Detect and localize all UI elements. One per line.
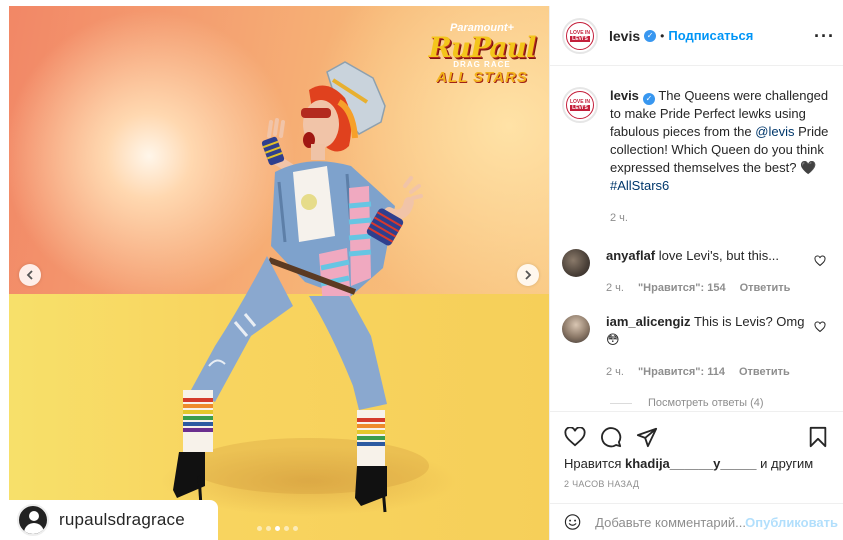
like-comment-heart-icon[interactable] — [814, 255, 826, 267]
commenter-username[interactable]: iam_alicengiz — [606, 314, 691, 329]
black-heart-emoji: 🖤 — [800, 160, 817, 175]
carousel-dot — [266, 526, 271, 531]
paper-plane-icon — [636, 427, 658, 448]
view-replies-button[interactable]: Посмотреть ответы (4) — [550, 397, 843, 409]
post-comment-button[interactable]: Опубликовать — [745, 515, 838, 530]
carousel-prev-button[interactable] — [19, 264, 41, 286]
comment-meta: 2 ч. "Нравится": 154 Ответить — [606, 279, 806, 297]
instagram-post-window: Paramount+ RuPaul DRAG RACE ALL STARS ru… — [0, 0, 843, 540]
save-button[interactable] — [806, 425, 830, 449]
performer-figure — [173, 61, 429, 513]
carousel-indicator — [257, 526, 298, 531]
caption-timestamp: 2 ч. — [610, 212, 628, 224]
comment-input[interactable] — [595, 514, 746, 530]
post-actions: Нравится khadija______y_____ и другим 2 … — [550, 411, 843, 489]
reply-button[interactable]: Ответить — [740, 279, 791, 297]
header-separator: • — [660, 28, 665, 43]
likes-suffix[interactable]: и другим — [757, 456, 813, 471]
caption-text-block: levis ✓ The Queens were challenged to mak… — [610, 87, 830, 227]
replies-divider-line — [610, 402, 632, 404]
tagged-user-chip[interactable]: rupaulsdragrace — [9, 500, 218, 540]
reply-button[interactable]: Ответить — [739, 363, 790, 381]
view-replies-label: Посмотреть ответы (4) — [648, 397, 764, 409]
post-photo[interactable]: Paramount+ RuPaul DRAG RACE ALL STARS — [9, 6, 549, 540]
chevron-left-icon — [26, 270, 33, 280]
comments-list[interactable]: LOVE IN LEVI'S levis ✓ The Queens were ch… — [550, 67, 843, 411]
share-button[interactable] — [635, 425, 659, 449]
levis-logo-box-text: LEVI'S — [570, 105, 590, 111]
likes-user-link[interactable]: khadija______y_____ — [625, 456, 757, 471]
left-margin — [0, 0, 9, 540]
levis-logo: LOVE IN LEVI'S — [566, 91, 594, 119]
comment-item: anyaflaf love Levi's, but this... 2 ч. "… — [550, 247, 843, 297]
like-comment-heart-icon[interactable] — [814, 321, 826, 333]
caption-hashtag-link[interactable]: #AllStars6 — [610, 178, 669, 193]
carousel-dot — [284, 526, 289, 531]
commenter-avatar[interactable] — [562, 315, 590, 343]
levis-logo: LOVE IN LEVI'S — [566, 21, 594, 50]
likes-prefix: Нравится — [564, 456, 625, 471]
likes-summary: Нравится khadija______y_____ и другим — [550, 452, 843, 471]
post-caption: LOVE IN LEVI'S levis ✓ The Queens were ch… — [550, 67, 843, 227]
post-side-panel: LOVE IN LEVI'S levis ✓ • Подписаться ···… — [549, 6, 843, 540]
emoji-icon[interactable] — [564, 511, 581, 533]
comment-likes-count[interactable]: "Нравится": 114 — [638, 363, 725, 381]
comment-button[interactable] — [599, 425, 623, 449]
levis-logo-box-text: LEVI'S — [570, 35, 590, 42]
carousel-next-button[interactable] — [517, 264, 539, 286]
comment-text: love Levi's, but this... — [658, 248, 780, 263]
caption-mention-link[interactable]: @levis — [755, 124, 794, 139]
follow-button[interactable]: Подписаться — [668, 28, 753, 43]
commenter-username[interactable]: anyaflaf — [606, 248, 655, 263]
comment-body: anyaflaf love Levi's, but this... 2 ч. "… — [606, 247, 806, 297]
comment-meta: 2 ч. "Нравится": 114 Ответить — [606, 363, 806, 381]
chevron-right-icon — [525, 270, 532, 280]
bookmark-icon — [809, 426, 827, 448]
author-username[interactable]: levis — [609, 28, 640, 44]
author-avatar[interactable]: LOVE IN LEVI'S — [562, 17, 598, 54]
action-icons-row — [550, 412, 843, 452]
tagged-user-avatar — [17, 504, 49, 536]
add-comment-bar: Опубликовать — [550, 503, 843, 540]
caption-author-avatar[interactable]: LOVE IN LEVI'S — [562, 87, 598, 123]
carousel-dot — [293, 526, 298, 531]
comment-timestamp: 2 ч. — [606, 282, 624, 294]
commenter-avatar[interactable] — [562, 249, 590, 277]
verified-badge-icon: ✓ — [644, 29, 657, 42]
comment-bubble-icon — [601, 427, 622, 448]
post-header: LOVE IN LEVI'S levis ✓ • Подписаться ··· — [550, 6, 843, 66]
comment-body: iam_alicengiz This is Levis? Omg 😳 2 ч. … — [606, 313, 806, 381]
comment-item: iam_alicengiz This is Levis? Omg 😳 2 ч. … — [550, 313, 843, 381]
caption-username[interactable]: levis — [610, 88, 639, 103]
carousel-dot — [257, 526, 262, 531]
like-button[interactable] — [563, 425, 587, 449]
heart-icon — [564, 427, 586, 447]
more-options-icon[interactable]: ··· — [814, 26, 835, 47]
carousel-dot-active — [275, 526, 280, 531]
comment-likes-count[interactable]: "Нравится": 154 — [638, 279, 726, 297]
verified-badge-icon: ✓ — [642, 93, 655, 105]
comment-timestamp: 2 ч. — [606, 366, 624, 378]
post-date[interactable]: 2 ЧАСОВ НАЗАД — [550, 471, 843, 489]
tagged-username[interactable]: rupaulsdragrace — [59, 510, 185, 530]
